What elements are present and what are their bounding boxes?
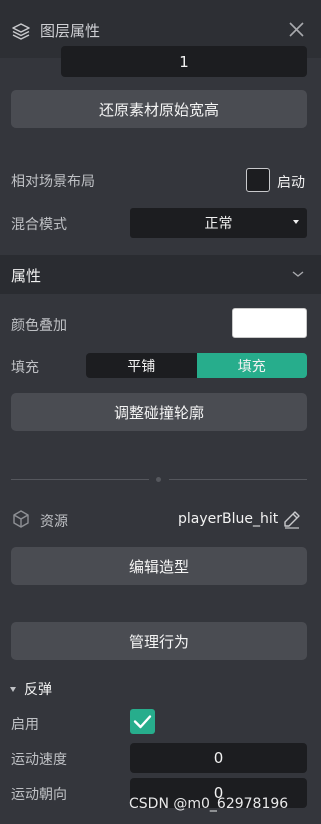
layers-icon xyxy=(12,23,30,40)
edit-shape-button[interactable]: 编辑造型 xyxy=(11,547,307,585)
chevron-down-icon xyxy=(292,271,304,277)
cube-icon xyxy=(13,510,29,528)
color-overlay-label: 颜色叠加 xyxy=(11,318,67,334)
blend-mode-label: 混合模式 xyxy=(11,217,67,233)
number-field[interactable]: 1 xyxy=(61,46,307,77)
restore-original-size-button[interactable]: 还原素材原始宽高 xyxy=(11,90,307,128)
fill-label: 填充 xyxy=(11,360,39,376)
resource-label: 资源 xyxy=(40,514,68,530)
caret-down-icon xyxy=(293,220,299,224)
color-overlay-swatch[interactable] xyxy=(232,308,307,338)
bounce-behavior-header[interactable]: 反弹 xyxy=(10,679,52,699)
fill-option-tile[interactable]: 平铺 xyxy=(86,353,197,378)
move-speed-input[interactable]: 0 xyxy=(130,743,307,773)
relative-layout-checkbox-label: 启动 xyxy=(277,175,305,191)
panel-title: 图层属性 xyxy=(40,22,101,40)
fill-mode-toggle: 平铺 填充 xyxy=(86,353,307,378)
properties-section-header[interactable]: 属性 xyxy=(0,255,321,294)
enable-label: 启用 xyxy=(11,717,39,733)
blend-mode-value: 正常 xyxy=(204,216,233,232)
properties-section-title: 属性 xyxy=(11,267,42,285)
relative-layout-checkbox[interactable] xyxy=(246,168,270,192)
watermark-text: CSDN @m0_62978196 xyxy=(129,796,289,812)
manage-behavior-button[interactable]: 管理行为 xyxy=(11,622,307,660)
close-icon[interactable] xyxy=(288,21,305,38)
divider xyxy=(11,477,307,482)
fill-option-fill[interactable]: 填充 xyxy=(196,353,307,378)
bounce-behavior-title: 反弹 xyxy=(24,682,52,698)
relative-layout-label: 相对场景布局 xyxy=(11,174,95,190)
move-speed-label: 运动速度 xyxy=(11,752,67,768)
adjust-collision-outline-button[interactable]: 调整碰撞轮廓 xyxy=(11,393,307,431)
triangle-down-icon xyxy=(10,687,16,692)
enable-checkbox[interactable] xyxy=(130,709,155,734)
resource-value: playerBlue_hit xyxy=(178,511,279,527)
checkmark-icon xyxy=(133,715,152,729)
layer-properties-panel: 图层属性 1 还原素材原始宽高 相对场景布局 启动 混合模式 正常 属性 颜色叠… xyxy=(0,0,321,824)
move-direction-label: 运动朝向 xyxy=(11,787,67,803)
edit-icon[interactable] xyxy=(282,509,302,529)
blend-mode-select[interactable]: 正常 xyxy=(130,208,307,238)
